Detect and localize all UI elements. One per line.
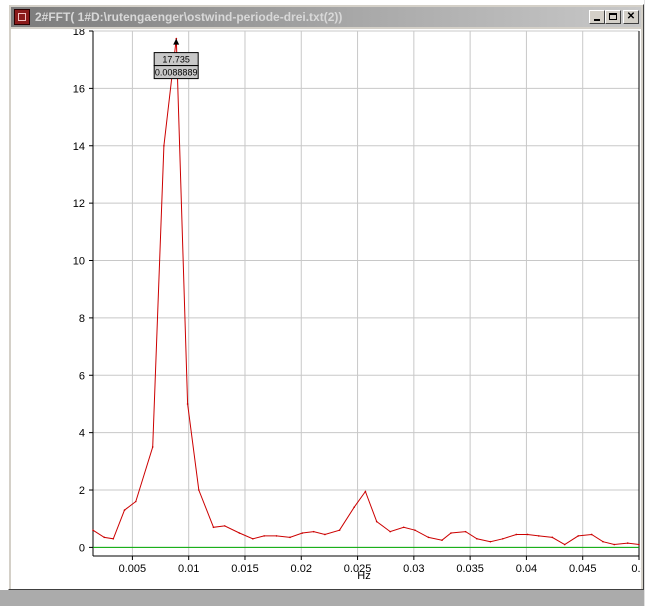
fft-window[interactable]: 2#FFT( 1#D:\rutengaenger\ostwind-periode…: [8, 4, 645, 590]
data-point: [198, 489, 200, 491]
y-tick-label: 2: [79, 485, 85, 497]
minimize-icon[interactable]: [589, 10, 605, 24]
fft-series-line: [92, 38, 640, 546]
data-point: [275, 535, 278, 537]
axes-layer: [89, 30, 640, 560]
data-point: [402, 526, 405, 529]
x-axis-label: Hz: [357, 570, 370, 582]
x-tick-label: 0.015: [231, 563, 259, 575]
data-point: [563, 543, 566, 546]
data-point: [427, 536, 430, 539]
data-point: [441, 539, 443, 542]
x-tick-label: 0.035: [456, 563, 484, 575]
x-tick-label: 0.005: [119, 563, 147, 575]
y-tick-label: 8: [79, 313, 85, 325]
data-point: [301, 532, 304, 534]
data-point: [464, 530, 467, 533]
data-point: [103, 536, 106, 539]
data-point: [338, 529, 341, 531]
data-point: [526, 533, 529, 536]
data-point: [389, 530, 392, 533]
window-title: 2#FFT( 1#D:\rutengaenger\ostwind-periode…: [35, 10, 343, 24]
data-point: [602, 540, 604, 543]
data-point: [476, 537, 478, 540]
data-point: [489, 540, 492, 543]
app-icon[interactable]: [14, 9, 30, 25]
data-point: [364, 490, 367, 493]
data-point: [151, 446, 154, 448]
data-point: [263, 535, 265, 537]
data-point: [450, 532, 452, 534]
data-point: [590, 533, 593, 536]
data-point: [501, 537, 504, 540]
peak-x-label: 0.0088889: [155, 68, 198, 78]
data-point: [186, 403, 189, 405]
data-point: [163, 144, 165, 147]
data-point: [414, 529, 416, 531]
y-tick-label: 18: [73, 29, 85, 38]
data-point: [123, 509, 126, 511]
data-point: [538, 535, 540, 537]
desktop-bottom-strip: [0, 590, 645, 606]
peak-value-label: 17.735: [162, 55, 190, 65]
data-point: [626, 542, 629, 544]
data-point: [375, 520, 378, 523]
data-point: [638, 543, 640, 546]
data-point: [134, 500, 137, 503]
x-tick-label: 0.03: [403, 563, 424, 575]
data-point: [252, 537, 254, 540]
x-tick-label: 0.04: [516, 563, 537, 575]
x-tick-label: 0.0: [631, 563, 641, 575]
data-point: [92, 529, 94, 531]
y-tick-label: 0: [79, 542, 85, 554]
series-layer: [92, 37, 640, 548]
data-point: [577, 535, 580, 537]
data-point: [223, 525, 226, 527]
data-point: [289, 536, 291, 539]
close-icon[interactable]: [623, 10, 639, 24]
data-point: [238, 532, 241, 534]
y-tick-label: 6: [79, 370, 85, 382]
data-point: [613, 543, 616, 546]
y-tick-label: 10: [73, 256, 85, 268]
data-point: [515, 533, 518, 536]
maximize-icon[interactable]: [605, 10, 621, 24]
data-point: [312, 530, 315, 533]
y-tick-label: 16: [73, 83, 85, 95]
chart-area[interactable]: 0.005 0.01 0.015 0.02 0.025 0.03 0.035 0.04 0.04…: [11, 26, 645, 589]
window-titlebar[interactable]: 2#FFT( 1#D:\rutengaenger\ostwind-periode…: [11, 7, 641, 27]
data-point: [551, 536, 554, 539]
y-tick-label: 12: [73, 198, 85, 210]
x-tick-label: 0.045: [569, 563, 597, 575]
data-point: [112, 537, 115, 540]
y-tick-label: 4: [79, 428, 85, 440]
data-point: [324, 533, 326, 536]
y-tick-label: 14: [73, 141, 85, 153]
grid-layer: [93, 30, 640, 556]
peak-arrow-icon: [173, 38, 180, 45]
data-point: [353, 506, 355, 509]
peak-marker-layer: 17.735 0.0088889: [153, 38, 199, 80]
data-point: [212, 526, 215, 529]
x-tick-label: 0.01: [178, 563, 199, 575]
x-tick-label: 0.02: [291, 563, 312, 575]
fft-chart: 0.005 0.01 0.015 0.02 0.025 0.03 0.035 0.04 0.04…: [73, 26, 645, 582]
